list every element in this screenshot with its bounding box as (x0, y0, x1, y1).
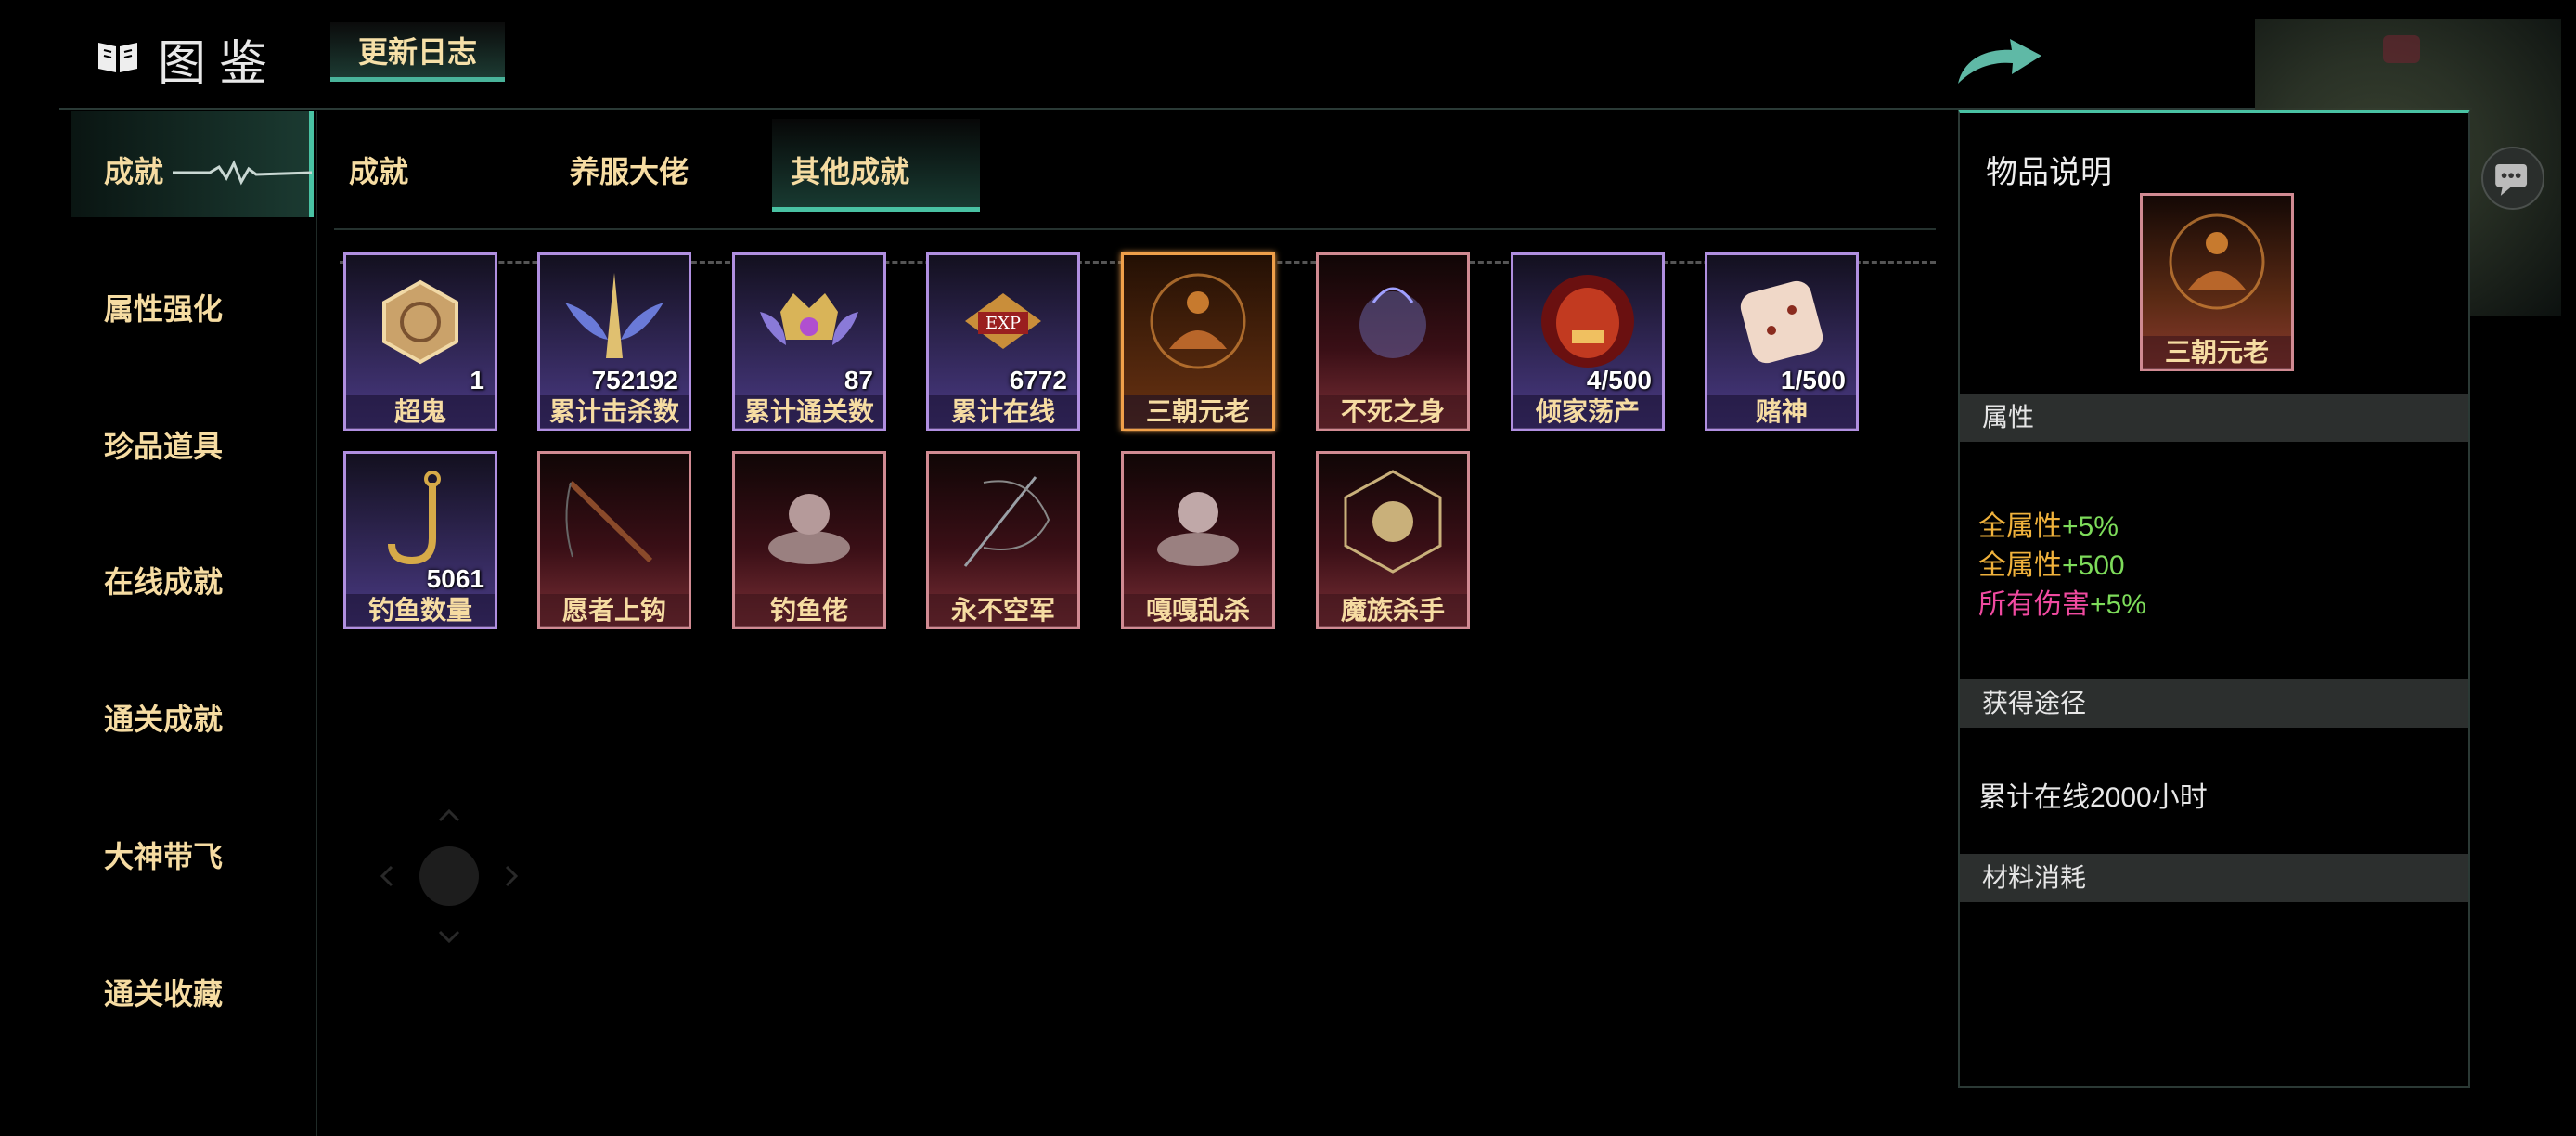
sidebar-item-carry[interactable]: 大神带飞 (104, 833, 223, 876)
tab-server-boss[interactable]: 养服大佬 (570, 148, 689, 191)
achievement-card[interactable]: 三朝元老 (1121, 252, 1275, 436)
source-text: 累计在线2000小时 (1978, 782, 2208, 813)
card-name: 赌神 (1707, 395, 1856, 429)
attribute-line-2: 全属性+500 (1978, 550, 2125, 581)
chat-icon[interactable] (2481, 147, 2544, 210)
taiji-seal-icon (1344, 470, 1442, 574)
card-name: 倾家荡产 (1513, 395, 1662, 429)
selected-item-name: 三朝元老 (2143, 336, 2291, 369)
book-icon (98, 43, 137, 72)
card-name: 愿者上钩 (540, 594, 689, 627)
spirit-aura-icon (1359, 287, 1426, 358)
cloud-fisher-icon (768, 494, 850, 564)
card-count: 1 (470, 366, 484, 394)
panel-title: 物品说明 (1986, 154, 2112, 191)
achievement-card[interactable]: 752192 累计击杀数 (537, 252, 691, 436)
tab-other-achievements[interactable]: 其他成就 (791, 148, 909, 191)
demon-face-icon (1541, 275, 1634, 368)
source-header: 获得途径 (1960, 679, 2468, 728)
fishing-rod-icon (565, 480, 653, 563)
sidebar-item-attribute-enhance[interactable]: 属性强化 (104, 286, 223, 329)
meditating-sage-icon (2169, 213, 2265, 310)
card-count: 6772 (1009, 366, 1067, 394)
card-name: 累计在线 (929, 395, 1077, 429)
achievement-card[interactable]: 87 累计通关数 (732, 252, 886, 436)
achievement-card[interactable]: 5061 钓鱼数量 (343, 451, 497, 635)
winged-sword-icon (565, 273, 663, 358)
card-name: 魔族杀手 (1319, 594, 1467, 627)
minimap-marker (2383, 35, 2420, 63)
fish-hook-icon (388, 471, 441, 565)
attribute-line-1: 全属性+5% (1978, 511, 2119, 542)
card-name: 累计通关数 (735, 395, 883, 429)
changelog-tab[interactable]: 更新日志 (330, 22, 505, 82)
dice-icon (1740, 280, 1823, 364)
page-title: 图鉴 (158, 36, 281, 92)
achievement-card[interactable]: 不死之身 (1316, 252, 1470, 436)
card-name: 累计击杀数 (540, 395, 689, 429)
achievement-card[interactable]: 愿者上钩 (537, 451, 691, 635)
meditating-sage-icon (1150, 273, 1246, 369)
sidebar-item-achievements[interactable]: 成就 (104, 148, 163, 191)
sidebar-item-clear-collection[interactable]: 通关收藏 (104, 971, 223, 1013)
back-arrow-icon[interactable] (1954, 37, 2043, 85)
exp-badge-icon: EXP (965, 293, 1041, 349)
hexagon-emblem-icon (382, 279, 458, 365)
achievement-card[interactable]: 魔族杀手 (1316, 451, 1470, 635)
fishing-line-icon (963, 476, 1050, 567)
waveform-icon (173, 160, 312, 186)
materials-header: 材料消耗 (1960, 854, 2468, 902)
attributes-header: 属性 (1960, 394, 2468, 442)
achievement-card[interactable]: EXP 6772 累计在线 (926, 252, 1080, 436)
card-count: 1/500 (1780, 366, 1846, 394)
card-name: 永不空军 (929, 594, 1077, 627)
card-count: 752192 (591, 366, 678, 394)
attribute-line-3: 所有伤害+5% (1978, 589, 2146, 620)
achievement-card[interactable]: 永不空军 (926, 451, 1080, 635)
card-name: 超鬼 (346, 395, 495, 429)
sidebar-item-rare-items[interactable]: 珍品道具 (104, 423, 223, 466)
card-count: 87 (844, 366, 873, 394)
achievement-card[interactable]: 1/500 赌神 (1705, 252, 1859, 436)
card-name: 嘎嘎乱杀 (1124, 594, 1272, 627)
svg-text:EXP: EXP (985, 314, 1021, 333)
sidebar-item-online-achievements[interactable]: 在线成就 (104, 559, 223, 601)
sidebar-item-clear-achievements[interactable]: 通关成就 (104, 696, 223, 739)
achievement-card[interactable]: 钓鱼佬 (732, 451, 886, 635)
card-count: 5061 (426, 564, 484, 593)
card-name: 钓鱼佬 (735, 594, 883, 627)
tabs-divider (334, 228, 1936, 230)
achievement-card[interactable]: 嘎嘎乱杀 (1121, 451, 1275, 635)
joystick-icon[interactable] (366, 802, 533, 960)
card-name: 钓鱼数量 (346, 594, 495, 627)
card-count: 4/500 (1586, 366, 1652, 394)
crown-crest-icon (760, 293, 858, 345)
cloud-warrior-icon (1157, 492, 1239, 566)
card-name: 不死之身 (1319, 395, 1467, 429)
achievement-card[interactable]: 4/500 倾家荡产 (1511, 252, 1665, 436)
card-name: 三朝元老 (1124, 395, 1272, 429)
selected-item-card: 三朝元老 (2140, 193, 2294, 373)
tab-achievements[interactable]: 成就 (349, 148, 408, 191)
achievement-card[interactable]: 1 超鬼 (343, 252, 497, 436)
